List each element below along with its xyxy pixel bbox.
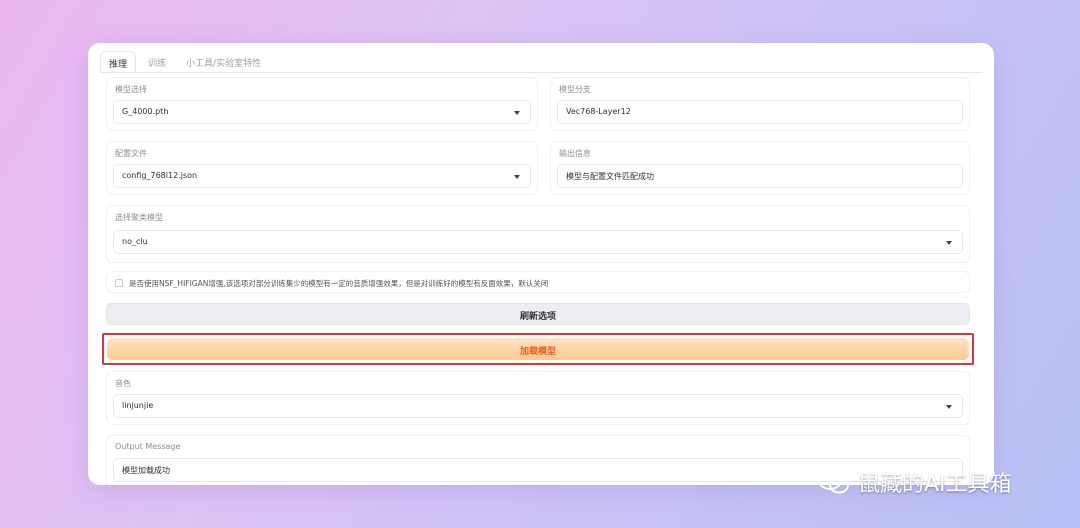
tab-inference[interactable]: 推理 bbox=[100, 51, 137, 73]
watermark-text: 鼠藏的AI工具箱 bbox=[858, 472, 1012, 497]
config-file-dropdown[interactable]: config_768l12.json bbox=[113, 164, 531, 188]
timbre-value: linjunjie bbox=[122, 401, 154, 410]
timbre-dropdown[interactable]: linjunjie bbox=[113, 394, 963, 418]
model-branch-value: Vec768-Layer12 bbox=[566, 107, 631, 116]
timbre-label: 音色 bbox=[115, 379, 131, 388]
nsf-hifigan-label: 是否使用NSF_HIFIGAN增强,该选项对部分训练集少的模型有一定的音质增强效… bbox=[129, 279, 549, 288]
tab-divider bbox=[100, 72, 982, 73]
load-model-button[interactable]: 加载模型 bbox=[107, 338, 969, 360]
model-select-dropdown[interactable]: G_4000.pth bbox=[113, 100, 531, 124]
output-message-label: Output Message bbox=[115, 442, 181, 451]
output-info-field[interactable]: 模型与配置文件匹配成功 bbox=[557, 164, 963, 188]
tab-bar: 推理 训练 小工具/实验室特性 bbox=[100, 51, 269, 73]
cluster-model-value: no_clu bbox=[122, 237, 148, 246]
output-message-value: 模型加载成功 bbox=[122, 466, 170, 475]
output-info-value: 模型与配置文件匹配成功 bbox=[566, 172, 654, 181]
wechat-icon bbox=[818, 470, 849, 494]
chevron-down-icon bbox=[514, 175, 520, 179]
tab-training[interactable]: 训练 bbox=[140, 51, 174, 73]
model-branch-label: 模型分支 bbox=[559, 85, 591, 94]
nsf-hifigan-option: 是否使用NSF_HIFIGAN增强,该选项对部分训练集少的模型有一定的音质增强效… bbox=[106, 271, 970, 293]
refresh-options-button[interactable]: 刷新选项 bbox=[106, 303, 970, 325]
chevron-down-icon bbox=[514, 111, 520, 115]
model-select-label: 模型选择 bbox=[115, 85, 147, 94]
cluster-model-dropdown[interactable]: no_clu bbox=[113, 230, 963, 254]
timbre-block: 音色 linjunjie bbox=[106, 371, 970, 425]
model-branch-field[interactable]: Vec768-Layer12 bbox=[557, 100, 963, 124]
config-file-label: 配置文件 bbox=[115, 149, 147, 158]
tab-tools[interactable]: 小工具/实验室特性 bbox=[178, 51, 269, 73]
output-info-label: 输出信息 bbox=[559, 149, 591, 158]
config-file-value: config_768l12.json bbox=[122, 171, 198, 180]
watermark: 鼠藏的AI工具箱 bbox=[818, 466, 1012, 498]
cluster-model-label: 选择聚类模型 bbox=[115, 213, 163, 222]
chevron-down-icon bbox=[946, 241, 952, 245]
load-model-highlight: 加载模型 bbox=[102, 333, 974, 365]
model-select-value: G_4000.pth bbox=[122, 107, 169, 116]
output-info-block: 输出信息 模型与配置文件匹配成功 bbox=[550, 141, 970, 195]
cluster-model-block: 选择聚类模型 no_clu bbox=[106, 205, 970, 263]
nsf-hifigan-checkbox[interactable] bbox=[115, 279, 123, 287]
model-branch-block: 模型分支 Vec768-Layer12 bbox=[550, 77, 970, 131]
app-window: 推理 训练 小工具/实验室特性 模型选择 G_4000.pth 模型分支 Vec… bbox=[88, 43, 994, 485]
config-file-block: 配置文件 config_768l12.json bbox=[106, 141, 538, 195]
model-select-block: 模型选择 G_4000.pth bbox=[106, 77, 538, 131]
chevron-down-icon bbox=[946, 405, 952, 409]
